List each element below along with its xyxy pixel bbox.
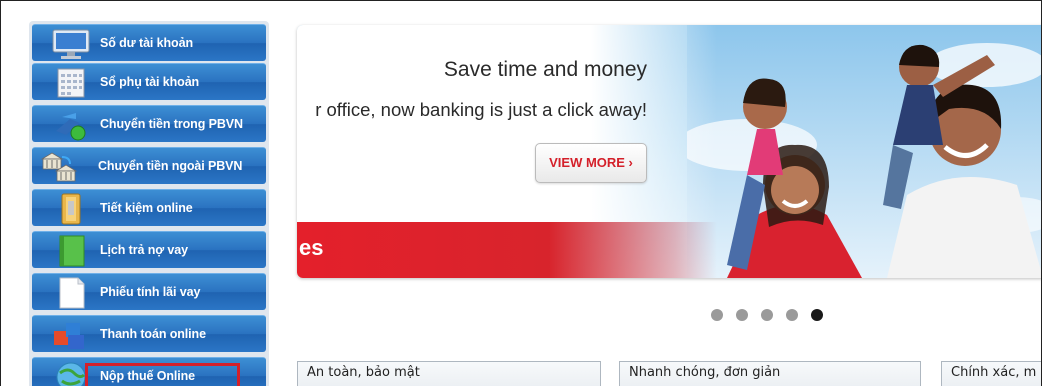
sidebar-item-online-payment[interactable]: Thanh toán online — [32, 315, 266, 352]
feature-title: Chính xác, m — [951, 365, 1037, 380]
carousel-dot[interactable] — [786, 309, 798, 321]
sidebar-item-online-tax[interactable]: Nộp thuế Online — [32, 357, 266, 386]
sidebar-item-label: Số dư tài khoản — [100, 36, 193, 50]
sidebar-item-internal-transfer[interactable]: Chuyển tiền trong PBVN — [32, 105, 266, 142]
carousel-dots — [711, 309, 823, 321]
monitor-icon — [50, 28, 92, 60]
sidebar-item-label: Chuyển tiền ngoài PBVN — [98, 159, 243, 173]
sidebar-item-label: Phiếu tính lãi vay — [100, 285, 201, 299]
promo-banner[interactable]: es Save time and money r office, now ban… — [297, 25, 1041, 278]
carousel-dot[interactable] — [711, 309, 723, 321]
banner-strip-text: es — [299, 235, 324, 260]
sidebar-item-interest-sheet[interactable]: Phiếu tính lãi vay — [32, 273, 266, 310]
carousel-dot[interactable] — [761, 309, 773, 321]
sidebar-menu: Số dư tài khoản Sổ phụ tài khoản Chuyển … — [29, 21, 269, 386]
green-book-icon — [50, 235, 92, 267]
banner-text-panel — [297, 25, 717, 222]
sidebar-item-label: Chuyển tiền trong PBVN — [100, 117, 243, 131]
document-icon — [50, 277, 92, 309]
folder-icon — [50, 193, 92, 225]
blocks-icon — [50, 319, 92, 351]
banner-red-strip — [297, 222, 717, 278]
sidebar-item-loan-schedule[interactable]: Lịch trả nợ vay — [32, 231, 266, 268]
sidebar-item-label: Nộp thuế Online — [100, 369, 196, 383]
sidebar-item-online-savings[interactable]: Tiết kiệm online — [32, 189, 266, 226]
banner-headline: Save time and money — [443, 58, 647, 81]
feature-title: An toàn, bảo mật — [307, 365, 420, 380]
bank-icon — [40, 151, 82, 183]
banner-subline: r office, now banking is just a click aw… — [315, 99, 647, 120]
sidebar-item-external-transfer[interactable]: Chuyển tiền ngoài PBVN — [32, 147, 266, 184]
globe-icon — [50, 361, 92, 386]
sidebar-item-label: Thanh toán online — [100, 327, 206, 341]
view-more-button[interactable]: VIEW MORE › — [535, 143, 647, 183]
calendar-icon — [50, 67, 92, 99]
sidebar-item-account-balance[interactable]: Số dư tài khoản — [32, 24, 266, 61]
sidebar-item-label: Lịch trả nợ vay — [100, 243, 188, 257]
feature-accurate: Chính xác, m — [941, 361, 1041, 386]
sidebar-item-label: Tiết kiệm online — [100, 201, 193, 215]
page-frame: Số dư tài khoản Sổ phụ tài khoản Chuyển … — [0, 0, 1042, 386]
transfer-icon — [50, 109, 92, 141]
feature-title: Nhanh chóng, đơn giản — [629, 365, 781, 380]
carousel-dot-active[interactable] — [811, 309, 823, 321]
sidebar-item-account-statement[interactable]: Sổ phụ tài khoản — [32, 63, 266, 100]
carousel-dot[interactable] — [736, 309, 748, 321]
sidebar-item-label: Sổ phụ tài khoản — [100, 75, 200, 89]
family-photo — [687, 25, 1041, 278]
feature-security: An toàn, bảo mật — [297, 361, 601, 386]
feature-fast: Nhanh chóng, đơn giản — [619, 361, 921, 386]
